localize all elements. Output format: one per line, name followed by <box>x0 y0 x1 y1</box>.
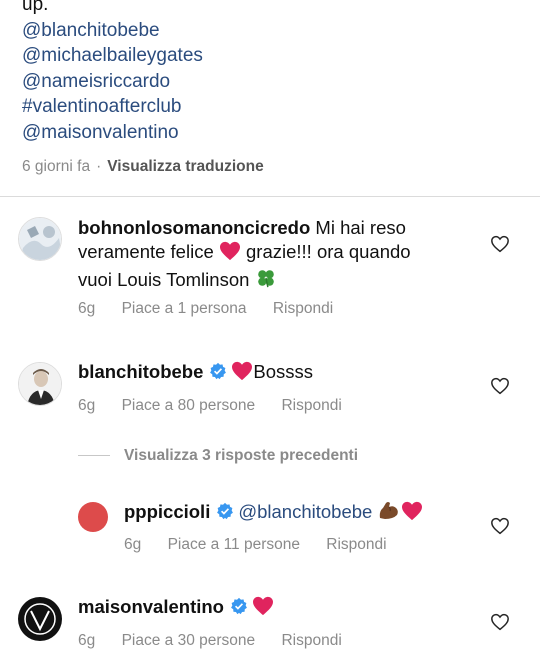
avatar[interactable] <box>18 362 62 406</box>
flexed-biceps-emoji <box>377 499 401 527</box>
like-button[interactable] <box>490 235 510 253</box>
heart-outline-icon <box>491 517 509 535</box>
view-replies-label: Visualizza 3 risposte precedenti <box>124 447 359 464</box>
like-button[interactable] <box>490 613 510 631</box>
caption-time: 6 giorni fa <box>22 158 91 175</box>
comment-likes-count[interactable]: Piace a 1 persona <box>122 300 247 318</box>
reply-username[interactable]: pppiccioli <box>124 501 210 522</box>
reply-meta: 6g Piace a 11 persone Rispondi <box>124 536 387 554</box>
caption-text: up. <box>22 0 49 15</box>
post-caption: up. @blanchitobebe @michaelbaileygates @… <box>22 0 522 145</box>
comment-username[interactable]: bohnonlosomanoncicredo <box>78 217 310 238</box>
caption-mention-nameisriccardo[interactable]: @nameisriccardo <box>22 69 522 95</box>
avatar[interactable] <box>78 502 108 532</box>
reply-button[interactable]: Rispondi <box>281 397 341 415</box>
avatar[interactable] <box>18 597 62 641</box>
reply-time: 6g <box>124 536 142 553</box>
comment-time: 6g <box>78 632 96 649</box>
divider <box>0 196 540 197</box>
caption-mention-maisonvalentino[interactable]: @maisonvalentino <box>22 120 522 146</box>
comment-text: Mi hai reso <box>310 217 406 238</box>
reply-mention-blanchitobebe[interactable]: @blanchitobebe <box>238 501 377 522</box>
reply-button[interactable]: Rispondi <box>326 536 386 554</box>
verified-badge-icon <box>209 362 227 386</box>
heart-outline-icon <box>491 377 509 395</box>
reply-button[interactable]: Rispondi <box>273 300 333 318</box>
red-heart-emoji <box>252 596 274 622</box>
red-heart-emoji <box>219 241 241 267</box>
comment-meta: 6g Piace a 1 persona Rispondi <box>78 300 333 318</box>
comment-time: 6g <box>78 397 96 414</box>
avatar[interactable] <box>18 217 62 261</box>
caption-hashtag-valentinoafterclub[interactable]: #valentinoafterclub <box>22 94 522 120</box>
comment-text: vuoi Louis Tomlinson <box>78 269 255 290</box>
heart-outline-icon <box>491 613 509 631</box>
comment-text: veramente felice <box>78 241 219 262</box>
like-button[interactable] <box>490 517 510 535</box>
comment-meta: 6g Piace a 30 persone Rispondi <box>78 632 342 650</box>
reply-body: pppiccioli @blanchitobebe <box>124 499 484 527</box>
red-heart-emoji <box>401 501 423 527</box>
comment-text: Bossss <box>253 361 314 382</box>
red-heart-emoji <box>231 361 253 387</box>
clover-emoji <box>255 267 277 295</box>
view-previous-replies-button[interactable]: Visualizza 3 risposte precedenti <box>78 447 358 465</box>
caption-mention-michaelbaileygates[interactable]: @michaelbaileygates <box>22 43 522 69</box>
comment-time: 6g <box>78 300 96 317</box>
verified-badge-icon <box>216 502 234 526</box>
comment-username[interactable]: maisonvalentino <box>78 596 224 617</box>
comment-body: maisonvalentino <box>78 595 478 622</box>
verified-badge-icon <box>230 597 248 621</box>
caption-mention-blanchitobebe[interactable]: @blanchitobebe <box>22 18 522 44</box>
comment-likes-count[interactable]: Piace a 80 persone <box>122 397 256 415</box>
avatar-image <box>19 363 61 405</box>
comment-username[interactable]: blanchitobebe <box>78 361 203 382</box>
see-translation-button[interactable]: Visualizza traduzione <box>107 158 263 175</box>
comment-body: bohnonlosomanoncicredo Mi hai reso veram… <box>78 216 478 295</box>
heart-outline-icon <box>491 235 509 253</box>
comment-likes-count[interactable]: Piace a 30 persone <box>122 632 256 650</box>
valentino-logo-icon <box>24 603 56 635</box>
comment-text: grazie!!! ora quando <box>240 241 411 262</box>
avatar-image <box>19 218 61 260</box>
meta-separator: · <box>96 158 102 175</box>
reply-button[interactable]: Rispondi <box>281 632 341 650</box>
reply-thread-line <box>78 455 110 457</box>
like-button[interactable] <box>490 377 510 395</box>
caption-meta: 6 giorni fa · Visualizza traduzione <box>22 158 264 176</box>
comment-body: blanchitobebe Bossss <box>78 360 478 387</box>
comment-meta: 6g Piace a 80 persone Rispondi <box>78 397 342 415</box>
reply-likes-count[interactable]: Piace a 11 persone <box>168 536 300 554</box>
